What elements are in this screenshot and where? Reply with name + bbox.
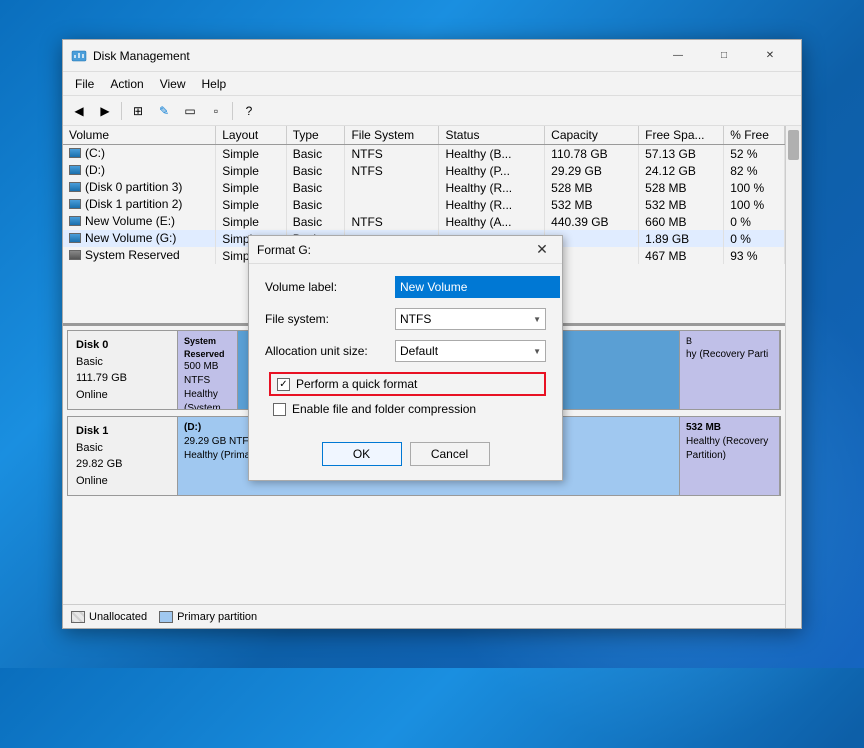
close-button[interactable]: ✕ bbox=[747, 40, 793, 72]
table-row[interactable]: New Volume (E:) Simple Basic NTFS Health… bbox=[63, 213, 785, 230]
menu-action[interactable]: Action bbox=[102, 75, 151, 93]
quick-format-checkbox[interactable] bbox=[277, 378, 290, 391]
title-bar-buttons: — □ ✕ bbox=[655, 40, 793, 72]
maximize-button[interactable]: □ bbox=[701, 40, 747, 72]
cell-volume: New Volume (G:) bbox=[63, 230, 216, 247]
disk0-system-reserved[interactable]: System Reserved 500 MB NTFS Healthy (Sys… bbox=[178, 331, 238, 409]
dialog-close-button[interactable]: ✕ bbox=[530, 238, 554, 262]
quick-format-row: Perform a quick format bbox=[269, 372, 546, 396]
disk1-recovery[interactable]: 532 MB Healthy (Recovery Partition) bbox=[680, 417, 780, 495]
menu-file[interactable]: File bbox=[67, 75, 102, 93]
minimize-button[interactable]: — bbox=[655, 40, 701, 72]
table-row[interactable]: (C:) Simple Basic NTFS Healthy (B... 110… bbox=[63, 145, 785, 163]
scrollbar-thumb[interactable] bbox=[788, 130, 799, 160]
toolbar-separator-2 bbox=[232, 102, 233, 120]
col-capacity: Capacity bbox=[545, 126, 639, 145]
dialog-footer: OK Cancel bbox=[249, 434, 562, 480]
file-system-label: File system: bbox=[265, 312, 395, 326]
cell-volume: New Volume (E:) bbox=[63, 213, 216, 230]
edit-button[interactable]: ✎ bbox=[152, 100, 176, 122]
quick-format-label: Perform a quick format bbox=[296, 377, 417, 391]
col-fs: File System bbox=[345, 126, 439, 145]
forward-button[interactable]: ▶ bbox=[93, 100, 117, 122]
file-system-select[interactable]: NTFS ▼ bbox=[395, 308, 546, 330]
allocation-label: Allocation unit size: bbox=[265, 344, 395, 358]
volume-label-row: Volume label: bbox=[265, 276, 546, 298]
allocation-select[interactable]: Default ▼ bbox=[395, 340, 546, 362]
help-toolbar-button[interactable]: ? bbox=[237, 100, 261, 122]
toolbar-separator-1 bbox=[121, 102, 122, 120]
legend-unallocated: Unallocated bbox=[71, 611, 147, 623]
volume-label-input[interactable] bbox=[395, 276, 560, 298]
table-row[interactable]: (Disk 1 partition 2) Simple Basic Health… bbox=[63, 196, 785, 213]
back-button[interactable]: ◀ bbox=[67, 100, 91, 122]
menu-help[interactable]: Help bbox=[194, 75, 235, 93]
volume-label-label: Volume label: bbox=[265, 280, 395, 294]
dialog-title-text: Format G: bbox=[257, 243, 530, 257]
cell-volume: System Reserved bbox=[63, 247, 216, 264]
menu-view[interactable]: View bbox=[152, 75, 194, 93]
legend-primary: Primary partition bbox=[159, 611, 257, 623]
cancel-button[interactable]: Cancel bbox=[410, 442, 490, 466]
table-row[interactable]: (D:) Simple Basic NTFS Healthy (P... 29.… bbox=[63, 162, 785, 179]
legend: Unallocated Primary partition bbox=[63, 604, 785, 628]
cell-volume: (C:) bbox=[63, 145, 216, 163]
toolbar: ◀ ▶ ⊞ ✎ ▭ ▫ ? bbox=[63, 96, 801, 126]
menu-bar: File Action View Help bbox=[63, 72, 801, 96]
view-button[interactable]: ▭ bbox=[178, 100, 202, 122]
allocation-row: Allocation unit size: Default ▼ bbox=[265, 340, 546, 362]
disk1-label: Disk 1 Basic 29.82 GB Online bbox=[68, 417, 178, 495]
table-row[interactable]: (Disk 0 partition 3) Simple Basic Health… bbox=[63, 179, 785, 196]
disk0-label: Disk 0 Basic 111.79 GB Online bbox=[68, 331, 178, 409]
allocation-arrow: ▼ bbox=[533, 347, 541, 356]
dialog-body: Volume label: File system: NTFS ▼ Alloca… bbox=[249, 264, 562, 434]
file-system-arrow: ▼ bbox=[533, 315, 541, 324]
disk-management-window: Disk Management — □ ✕ File Action View H… bbox=[62, 39, 802, 629]
cell-volume: (Disk 0 partition 3) bbox=[63, 179, 216, 196]
refresh-button[interactable]: ▫ bbox=[204, 100, 228, 122]
col-free: Free Spa... bbox=[639, 126, 724, 145]
cell-volume: (Disk 1 partition 2) bbox=[63, 196, 216, 213]
compression-checkbox[interactable] bbox=[273, 403, 286, 416]
vertical-scrollbar[interactable] bbox=[785, 126, 801, 628]
title-bar: Disk Management — □ ✕ bbox=[63, 40, 801, 72]
ok-button[interactable]: OK bbox=[322, 442, 402, 466]
disk0-recovery[interactable]: B hy (Recovery Parti bbox=[680, 331, 780, 409]
col-volume: Volume bbox=[63, 126, 216, 145]
grid-button[interactable]: ⊞ bbox=[126, 100, 150, 122]
compression-label: Enable file and folder compression bbox=[292, 402, 476, 416]
window-icon bbox=[71, 48, 87, 64]
col-status: Status bbox=[439, 126, 545, 145]
col-layout: Layout bbox=[216, 126, 286, 145]
col-type: Type bbox=[286, 126, 345, 145]
col-pct: % Free bbox=[724, 126, 785, 145]
window-title: Disk Management bbox=[93, 49, 655, 63]
file-system-row: File system: NTFS ▼ bbox=[265, 308, 546, 330]
legend-unallocated-icon bbox=[71, 611, 85, 623]
dialog-title-bar: Format G: ✕ bbox=[249, 236, 562, 264]
format-dialog: Format G: ✕ Volume label: File system: N… bbox=[248, 235, 563, 481]
legend-primary-icon bbox=[159, 611, 173, 623]
compression-row: Enable file and folder compression bbox=[273, 402, 546, 416]
cell-volume: (D:) bbox=[63, 162, 216, 179]
